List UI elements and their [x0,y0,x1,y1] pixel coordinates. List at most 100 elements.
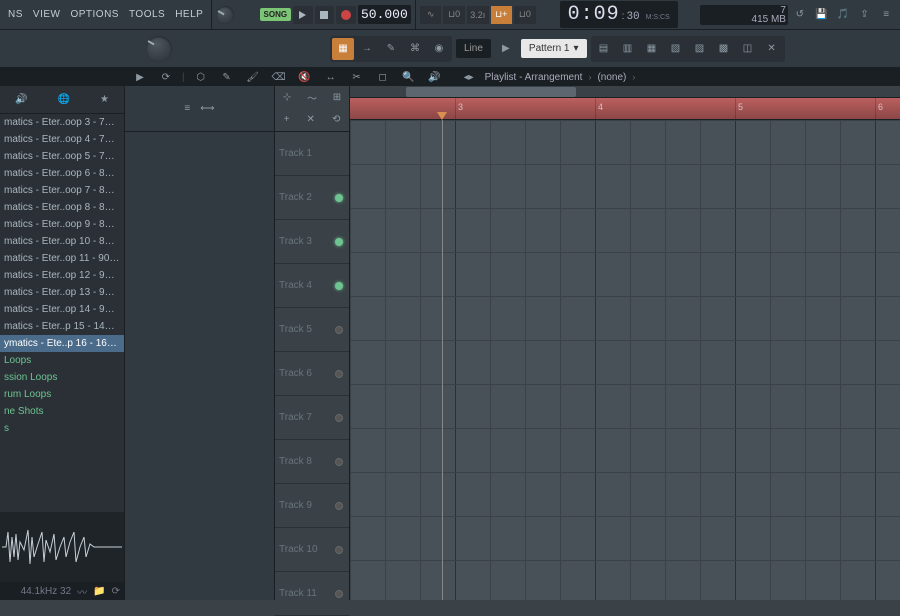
settings-icon[interactable]: ≡ [876,6,896,24]
pl-sync-icon[interactable]: ⟳ [156,68,176,86]
browser-item[interactable]: matics - Eter..p 15 - 140 BPM [0,318,124,335]
track-row[interactable]: Track 3 [275,220,349,264]
browser-item[interactable]: matics - Eter..oop 8 - 85 BPM [0,199,124,216]
arrow-right-icon[interactable]: → [356,38,378,60]
browser-item[interactable]: matics - Eter..op 13 - 92 BPM [0,284,124,301]
track-row[interactable]: Track 8 [275,440,349,484]
browser-category[interactable]: ne Shots [0,403,124,420]
pl-mute-icon[interactable]: 🔇 [295,68,315,86]
browser-category[interactable]: rum Loops [0,386,124,403]
record-button[interactable] [336,6,356,24]
marker-icon[interactable]: ◉ [428,38,450,60]
snap-mode-select[interactable]: Line [456,39,491,58]
pl-magnet-icon[interactable]: ⬡ [191,68,211,86]
browser-item[interactable]: matics - Eter..oop 3 - 75 BPM [0,114,124,131]
volume-knob[interactable] [216,6,234,24]
track-row[interactable]: Track 10 [275,528,349,572]
browser-item[interactable]: matics - Eter..oop 7 - 80 BPM [0,182,124,199]
browser-item[interactable]: matics - Eter..oop 4 - 75 BPM [0,131,124,148]
track-mute-led[interactable] [335,194,343,202]
browser-category[interactable]: Loops [0,352,124,369]
browser-item[interactable]: matics - Eter..oop 6 - 80 BPM [0,165,124,182]
menu-view[interactable]: VIEW [29,5,65,24]
brush-icon[interactable]: ✎ [380,38,402,60]
track-mute-led[interactable] [335,282,343,290]
browser-tab-star-icon[interactable]: ★ [100,94,109,105]
browser-list[interactable]: matics - Eter..oop 3 - 75 BPMmatics - Et… [0,114,124,512]
browser-item[interactable]: matics - Eter..oop 5 - 75 BPM [0,148,124,165]
track-mute-led[interactable] [335,458,343,466]
save-icon[interactable]: 💾 [812,6,832,24]
playlist-grid[interactable]: 3456 [350,86,900,600]
menu-help[interactable]: HELP [171,5,207,24]
stop-button[interactable] [315,6,335,24]
playlist-icon[interactable]: ▦ [332,38,354,60]
wrench-icon[interactable]: ≡ [184,103,190,114]
export-icon[interactable]: ⇪ [855,6,875,24]
track-mute-led[interactable] [335,502,343,510]
song-mode-button[interactable]: SONG [260,8,292,21]
menu-patterns[interactable]: NS [4,5,27,24]
pl-slice-icon[interactable]: ✂ [347,68,367,86]
view-browser-icon[interactable]: ▨ [689,38,711,60]
browser-item[interactable]: ymatics - Ete..p 16 - 160 BPM [0,335,124,352]
view-plugin-icon[interactable]: ▩ [713,38,735,60]
menu-tools[interactable]: TOOLS [125,5,169,24]
view-mixer-icon[interactable]: ▧ [665,38,687,60]
browser-tab-sound-icon[interactable]: 🔊 [15,94,27,105]
pl-slip-icon[interactable]: ↔ [321,68,341,86]
scroll-thumb[interactable] [406,87,576,97]
playhead-marker[interactable] [437,98,447,120]
close-view-icon[interactable]: ✕ [761,38,783,60]
link-icon[interactable]: ⌘ [404,38,426,60]
pl-brush-icon[interactable]: 🖌 [243,68,263,86]
wave-icon[interactable]: 〰 [77,584,87,599]
browser-category[interactable]: s [0,420,124,437]
browser-item[interactable]: matics - Eter..op 12 - 90 BPM [0,267,124,284]
track-row[interactable]: Track 5 [275,308,349,352]
pl-playback-icon[interactable]: 🔊 [425,68,445,86]
horizontal-scrollbar[interactable] [350,86,900,98]
pl-select-icon[interactable]: ◻ [373,68,393,86]
waveform-preview[interactable] [0,512,124,582]
arrangement-name[interactable]: (none) [597,72,626,83]
snap-btn-3[interactable]: 3.2ı [467,6,489,24]
browser-item[interactable]: matics - Eter..op 10 - 88 BPM [0,233,124,250]
snap-btn-4[interactable]: ⊔+ [491,6,513,24]
track-mute-led[interactable] [335,590,343,598]
folder-icon[interactable]: 📁 [93,586,105,597]
pl-back-icon[interactable]: ◂▸ [459,68,479,86]
pl-zoom-icon[interactable]: 🔍 [399,68,419,86]
browser-item[interactable]: matics - Eter..oop 9 - 87 BPM [0,216,124,233]
tp-plus-icon[interactable]: + [284,114,290,125]
track-mute-led[interactable] [335,238,343,246]
tp-auto-icon[interactable]: ⟲ [332,114,340,125]
tp-wave-icon[interactable]: 〜 [307,90,317,105]
track-mute-led[interactable] [335,370,343,378]
track-row[interactable]: Track 2 [275,176,349,220]
tp-cut-icon[interactable]: ✕ [307,114,315,125]
menu-options[interactable]: OPTIONS [66,5,123,24]
snap-btn-2[interactable]: ⊔0 [443,6,465,24]
render-icon[interactable]: 🎵 [833,6,853,24]
pl-erase-icon[interactable]: ⌫ [269,68,289,86]
view-tempo-icon[interactable]: ◫ [737,38,759,60]
view-playlist-icon[interactable]: ▤ [593,38,615,60]
timeline-ruler[interactable]: 3456 [350,98,900,120]
tempo-display[interactable]: 50.000 [358,5,411,24]
time-display[interactable]: 0:09:30 M:S:CS [560,1,678,28]
master-pitch-knob[interactable] [146,36,172,62]
track-row[interactable]: Track 9 [275,484,349,528]
refresh-icon[interactable]: ⟳ [112,586,120,597]
view-channel-icon[interactable]: ▦ [641,38,663,60]
pl-play-icon[interactable]: ▶ [130,68,150,86]
track-mute-led[interactable] [335,414,343,422]
browser-item[interactable]: matics - Eter..op 14 - 95 BPM [0,301,124,318]
snap-btn-1[interactable]: ∿ [420,6,442,24]
browser-category[interactable]: ssion Loops [0,369,124,386]
track-row[interactable]: Track 11 [275,572,349,616]
track-mute-led[interactable] [335,326,343,334]
expand-icon[interactable]: ⟷ [200,103,214,114]
track-row[interactable]: Track 6 [275,352,349,396]
play-button[interactable] [293,6,313,24]
